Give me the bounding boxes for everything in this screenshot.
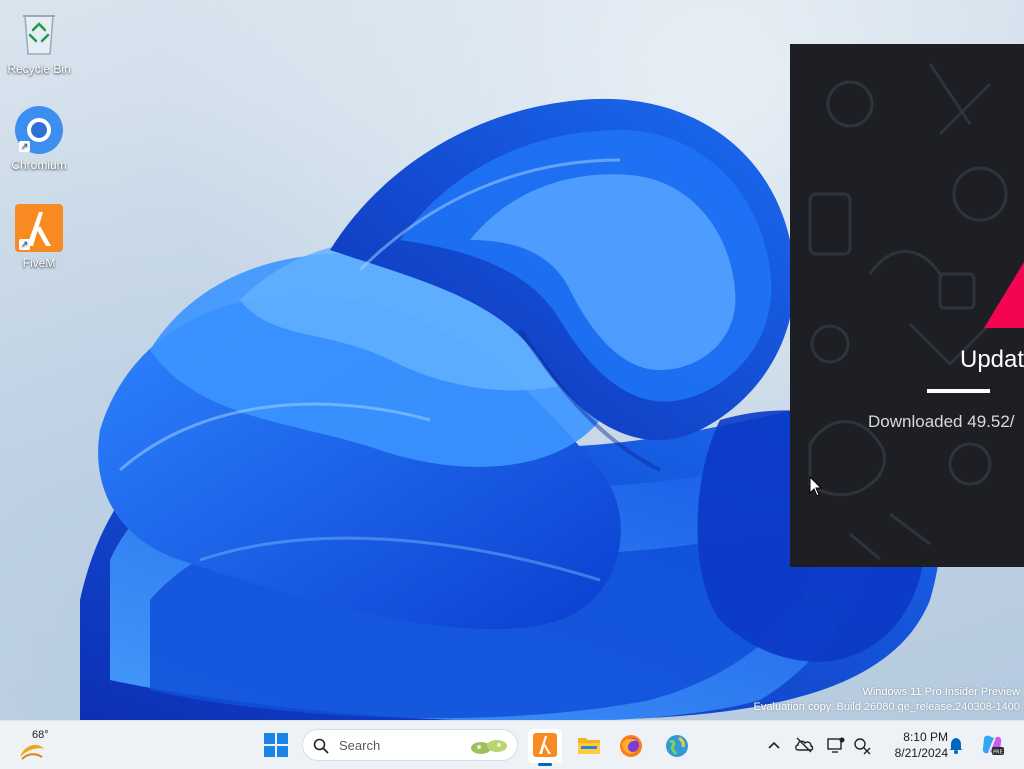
sun-icon <box>20 744 44 760</box>
svg-text:PRE: PRE <box>993 750 1003 756</box>
show-hidden-icons-button[interactable] <box>764 735 784 755</box>
globe-app-icon <box>666 735 688 757</box>
windows-logo-icon <box>264 733 288 757</box>
desktop-icon-recycle-bin[interactable]: Recycle Bin <box>4 8 74 76</box>
desktop-icon-chromium[interactable]: ↗ Chromium <box>4 104 74 172</box>
taskbar: 68° Search 8:10 PM 8/21/2024 PRE <box>0 720 1024 769</box>
fivem-icon: ↗ <box>13 202 65 254</box>
shortcut-arrow-icon: ↗ <box>19 141 30 152</box>
taskbar-app-firefox[interactable] <box>614 729 648 763</box>
updater-status-text: Downloaded 49.52/ <box>868 412 1015 431</box>
file-explorer-icon <box>578 738 600 754</box>
fivem-updater-window[interactable]: Updat Downloaded 49.52/ <box>790 44 1024 567</box>
taskbar-clock[interactable]: 8:10 PM 8/21/2024 <box>878 729 948 761</box>
active-app-indicator <box>538 763 552 766</box>
desktop-icon-label: Recycle Bin <box>7 62 71 76</box>
cloud-sync-icon <box>795 737 814 753</box>
watermark-line-1: Windows 11 Pro Insider Preview <box>862 686 1020 698</box>
search-icon <box>313 738 329 754</box>
fivem-taskbar-icon <box>533 733 557 757</box>
search-highlight-art-icon <box>471 740 507 754</box>
weather-temperature: 68° <box>32 729 49 741</box>
taskbar-search-box[interactable]: Search <box>302 729 518 761</box>
recycle-bin-icon <box>13 8 65 60</box>
bell-icon <box>949 738 963 754</box>
firefox-icon <box>620 735 642 757</box>
updater-progress-bar <box>927 389 990 393</box>
desktop-icon-label: FiveM <box>22 256 56 270</box>
display-status[interactable] <box>826 735 846 755</box>
taskbar-app-file-explorer[interactable] <box>572 729 606 763</box>
chevron-up-icon <box>768 741 780 749</box>
taskbar-app-fivem[interactable] <box>528 729 562 766</box>
display-icon <box>827 737 845 753</box>
updater-title: Updat <box>960 346 1024 373</box>
taskbar-app-globe[interactable] <box>660 729 694 763</box>
logo-fragment <box>984 262 1024 328</box>
chromium-icon: ↗ <box>13 104 65 156</box>
copilot-icon: PRE <box>982 735 1004 756</box>
notifications-button[interactable] <box>946 735 966 755</box>
evaluation-watermark: Windows 11 Pro Insider Preview Evaluatio… <box>754 685 1020 715</box>
start-button[interactable] <box>264 733 288 757</box>
clock-date: 8/21/2024 <box>894 746 948 760</box>
desktop-icon-fivem[interactable]: ↗ FiveM <box>4 202 74 270</box>
network-status[interactable] <box>852 735 872 755</box>
watermark-line-2: Evaluation copy. Build 26080.ge_release.… <box>753 701 1020 713</box>
shortcut-arrow-icon: ↗ <box>19 239 30 250</box>
network-icon <box>854 738 871 755</box>
search-placeholder: Search <box>339 738 381 753</box>
onedrive-status[interactable] <box>794 735 814 755</box>
mouse-cursor-icon <box>809 476 823 497</box>
clock-time: 8:10 PM <box>903 730 948 744</box>
desktop-icon-label: Chromium <box>11 158 67 172</box>
weather-widget[interactable]: 68° <box>18 727 58 763</box>
copilot-button[interactable]: PRE <box>980 733 1004 757</box>
fivem-logo-fragment <box>984 262 1024 328</box>
